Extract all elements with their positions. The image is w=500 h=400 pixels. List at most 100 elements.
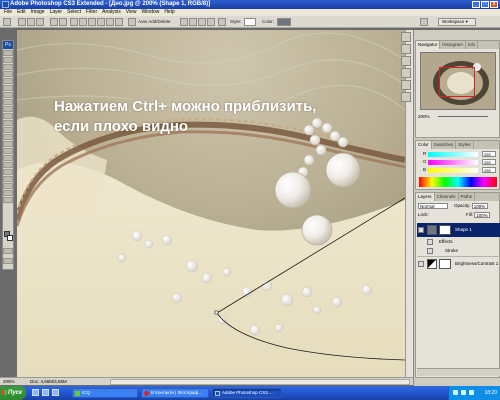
zoom-tool-icon[interactable] [3, 197, 13, 203]
combine-intersect-icon[interactable] [198, 18, 206, 26]
opacity-value[interactable]: 100% [471, 203, 488, 209]
tray-volume-icon[interactable] [469, 390, 474, 395]
menu-filter[interactable]: Filter [86, 9, 97, 16]
menu-view[interactable]: View [126, 9, 137, 16]
layer-row-shape-1[interactable]: Shape 1 [417, 223, 500, 237]
taskbar-item-icq[interactable]: ICQ [72, 388, 138, 398]
zoom-readout[interactable]: 200% [3, 378, 15, 385]
history-panel-icon[interactable] [401, 68, 411, 78]
menu-edit[interactable]: Edit [17, 9, 26, 16]
fill-pixels-icon[interactable] [36, 18, 44, 26]
navigator-view-box[interactable] [439, 67, 475, 97]
dodge-tool-icon[interactable] [3, 141, 13, 147]
menu-layer[interactable]: Layer [50, 9, 63, 16]
hand-tool-icon[interactable] [3, 190, 13, 196]
taskbar-item-photoshop[interactable]: Adobe Photoshop CS3 ... [212, 388, 282, 398]
tab-swatches[interactable]: Swatches [432, 141, 457, 149]
combine-subtract-icon[interactable] [189, 18, 197, 26]
color-swatch[interactable] [277, 18, 291, 26]
rounded-rectangle-icon[interactable] [79, 18, 87, 26]
style-picker[interactable] [244, 18, 256, 26]
link-icon[interactable] [218, 18, 226, 26]
tab-styles[interactable]: Styles [456, 141, 474, 149]
blend-mode-select[interactable]: Normal [418, 203, 448, 209]
blur-tool-icon[interactable] [3, 134, 13, 140]
layer-effects-row[interactable]: Effects [417, 238, 500, 246]
menu-help[interactable]: Help [164, 9, 174, 16]
blue-value[interactable]: 255 [482, 167, 496, 173]
menu-file[interactable]: File [4, 9, 12, 16]
blue-slider[interactable] [428, 168, 478, 173]
navigator-zoom-slider[interactable] [438, 116, 488, 117]
type-tool-icon[interactable] [3, 155, 13, 161]
workspace-menu[interactable]: Workspace ▾ [438, 18, 476, 26]
magic-wand-icon[interactable] [3, 71, 13, 77]
ellipse-icon[interactable] [88, 18, 96, 26]
menu-window[interactable]: Window [142, 9, 160, 16]
menu-analysis[interactable]: Analysis [102, 9, 121, 16]
green-value[interactable]: 255 [482, 159, 496, 165]
move-tool-icon[interactable] [3, 50, 13, 56]
stroke-eye-icon[interactable] [427, 248, 433, 254]
green-slider[interactable] [428, 160, 478, 165]
freeform-pen-icon[interactable] [59, 18, 67, 26]
pen-icon[interactable] [50, 18, 58, 26]
color-spectrum[interactable] [419, 177, 497, 187]
quick-launch-browser-icon[interactable] [42, 389, 49, 396]
tray-language-icon[interactable] [453, 390, 458, 395]
auto-add-delete-checkbox[interactable] [128, 18, 136, 26]
custom-shape-icon[interactable] [115, 18, 123, 26]
palette-well-icon[interactable] [420, 18, 428, 26]
red-value[interactable]: 255 [482, 151, 496, 157]
clone-source-panel-icon[interactable] [401, 56, 411, 66]
combine-add-icon[interactable] [180, 18, 188, 26]
healing-brush-icon[interactable] [3, 92, 13, 98]
notes-tool-icon[interactable] [3, 176, 13, 182]
background-color-swatch[interactable] [7, 235, 13, 241]
menu-select[interactable]: Select [67, 9, 81, 16]
eraser-tool-icon[interactable] [3, 120, 13, 126]
pen-tool-icon[interactable] [3, 148, 13, 154]
navigator-zoom-value[interactable]: 200% [418, 114, 430, 119]
taskbar-item-browser[interactable]: В Контакте | Фотограф... [141, 388, 209, 398]
visibility-eye-icon[interactable] [418, 261, 424, 267]
minimize-button[interactable]: _ [472, 1, 480, 8]
layer-stroke-row[interactable]: Stroke [417, 247, 500, 255]
actions-panel-icon[interactable] [401, 80, 411, 90]
tab-paths[interactable]: Paths [459, 193, 476, 201]
document-canvas[interactable]: Нажатием Ctrl+ можно приблизить, если пл… [17, 30, 405, 377]
slice-tool-icon[interactable] [3, 85, 13, 91]
tab-histogram[interactable]: Histogram [440, 41, 466, 49]
layer-comps-panel-icon[interactable] [401, 92, 411, 102]
tab-navigator[interactable]: Navigator [416, 41, 441, 49]
tab-info[interactable]: Info [466, 41, 479, 49]
rectangle-icon[interactable] [70, 18, 78, 26]
layer-row-brightness-contrast[interactable]: Brightness/Contrast 1 [417, 256, 500, 270]
start-button[interactable]: Пуск [0, 386, 26, 400]
menu-image[interactable]: Image [31, 9, 45, 16]
shape-tool-icon[interactable] [3, 169, 13, 175]
history-brush-icon[interactable] [3, 113, 13, 119]
gradient-tool-icon[interactable] [3, 127, 13, 133]
visibility-eye-icon[interactable] [418, 227, 424, 233]
combine-exclude-icon[interactable] [207, 18, 215, 26]
tab-channels[interactable]: Channels [435, 193, 459, 201]
quick-launch-desktop-icon[interactable] [32, 389, 39, 396]
navigator-thumbnail[interactable] [420, 52, 496, 110]
horizontal-scrollbar[interactable] [110, 379, 410, 385]
shape-layers-icon[interactable] [18, 18, 26, 26]
paths-icon[interactable] [27, 18, 35, 26]
crop-tool-icon[interactable] [3, 78, 13, 84]
line-icon[interactable] [106, 18, 114, 26]
brush-tool-icon[interactable] [3, 99, 13, 105]
tab-layers[interactable]: Layers [416, 193, 435, 201]
fill-value[interactable]: 100% [474, 212, 491, 218]
close-button[interactable]: x [490, 1, 498, 8]
tray-network-icon[interactable] [461, 390, 466, 395]
quick-mask-icon[interactable] [3, 248, 13, 254]
brushes-panel-icon[interactable] [401, 32, 411, 42]
quick-launch-media-icon[interactable] [52, 389, 59, 396]
effects-eye-icon[interactable] [427, 239, 433, 245]
clone-stamp-icon[interactable] [3, 106, 13, 112]
path-selection-icon[interactable] [3, 162, 13, 168]
